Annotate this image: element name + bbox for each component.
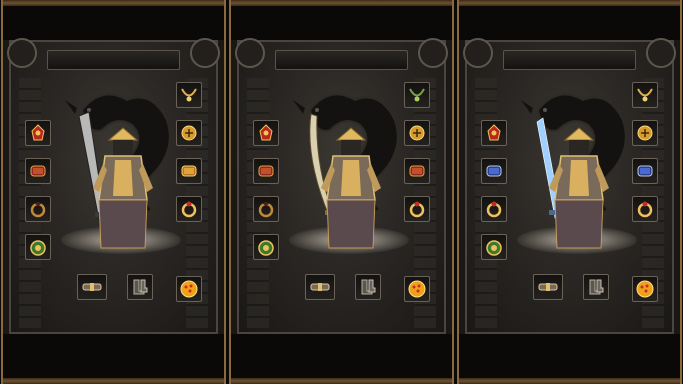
hero-character [78, 111, 153, 249]
equip-slot[interactable] [632, 276, 658, 302]
equip-slot[interactable] [253, 196, 279, 222]
equip-slot[interactable] [176, 82, 202, 108]
equipment-frame [235, 38, 448, 334]
equipment-panel [1, 0, 226, 384]
panel-bottom-border [3, 378, 224, 384]
equipment-panel [457, 0, 682, 384]
equip-slot[interactable] [533, 274, 563, 300]
ring-gold-icon [409, 201, 425, 218]
panel-top-band [3, 6, 224, 40]
frame-header [275, 50, 408, 70]
helmet-red-icon [31, 124, 45, 141]
equip-slot[interactable] [25, 234, 51, 260]
ornament-corner [463, 38, 493, 68]
equip-slot[interactable] [404, 158, 430, 184]
necklace-gold-icon [637, 88, 653, 102]
ring-gold-icon [181, 201, 197, 218]
orb-gold-icon [408, 280, 426, 298]
equip-slot[interactable] [176, 158, 202, 184]
equip-slot[interactable] [632, 196, 658, 222]
equip-slot[interactable] [25, 158, 51, 184]
frame-header [47, 50, 180, 70]
bracer-red-icon [258, 165, 274, 177]
equip-slot[interactable] [404, 276, 430, 302]
bracelet-gold-icon [409, 125, 425, 141]
panel-bottom-band [231, 334, 452, 378]
bracer-blue-icon [637, 165, 653, 177]
hero-character [309, 113, 381, 249]
belt-icon [310, 283, 330, 291]
equipment-panel [229, 0, 454, 384]
orb-gold-icon [180, 280, 198, 298]
ring-dark-icon [30, 202, 46, 218]
equip-slot[interactable] [481, 234, 507, 260]
necklace-gold-icon [181, 88, 197, 102]
equip-slot[interactable] [481, 120, 507, 146]
panel-bottom-border [459, 378, 680, 384]
helmet-red-icon [487, 124, 501, 141]
panel-bottom-border [231, 378, 452, 384]
boots-icon [589, 279, 604, 295]
panel-top-band [459, 6, 680, 40]
equip-slot[interactable] [77, 274, 107, 300]
ornament-corner [190, 38, 220, 68]
bracer-red-icon [409, 165, 425, 177]
ornament-corner [235, 38, 265, 68]
equip-slot[interactable] [355, 274, 381, 300]
bracer-red-icon [30, 165, 46, 177]
panel-top-band [231, 6, 452, 40]
equip-slot[interactable] [632, 158, 658, 184]
ornament-corner [418, 38, 448, 68]
equip-slot[interactable] [305, 274, 335, 300]
equip-slot[interactable] [25, 196, 51, 222]
equip-slot[interactable] [176, 196, 202, 222]
medal-green-icon [30, 240, 46, 256]
medal-green-icon [258, 240, 274, 256]
equip-slot[interactable] [481, 196, 507, 222]
ornament-corner [646, 38, 676, 68]
bracelet-gold-icon [637, 125, 653, 141]
belt-icon [82, 283, 102, 291]
boots-icon [133, 279, 148, 295]
equip-slot[interactable] [253, 120, 279, 146]
equip-slot[interactable] [632, 120, 658, 146]
frame-header [503, 50, 636, 70]
equip-slot[interactable] [583, 274, 609, 300]
bracer-blue-icon [486, 165, 502, 177]
orb-gold-icon [636, 280, 654, 298]
equip-slot[interactable] [127, 274, 153, 300]
helmet-red-icon [259, 124, 273, 141]
equip-slot[interactable] [404, 82, 430, 108]
ring-gold-icon [637, 201, 653, 218]
bracelet-gold-icon [181, 125, 197, 141]
panel-bottom-band [3, 334, 224, 378]
equip-slot[interactable] [176, 276, 202, 302]
necklace-green-icon [409, 88, 425, 102]
equip-slot[interactable] [253, 234, 279, 260]
equip-slot[interactable] [404, 196, 430, 222]
equipment-frame [7, 38, 220, 334]
equip-slot[interactable] [253, 158, 279, 184]
equip-slot[interactable] [481, 158, 507, 184]
boots-icon [361, 279, 376, 295]
belt-icon [538, 283, 558, 291]
ring-dark-icon [258, 202, 274, 218]
bracer-gold-icon [181, 165, 197, 177]
equip-slot[interactable] [176, 120, 202, 146]
equipment-frame [463, 38, 676, 334]
medal-green-icon [486, 240, 502, 256]
equip-slot[interactable] [404, 120, 430, 146]
panel-bottom-band [459, 334, 680, 378]
equip-slot[interactable] [632, 82, 658, 108]
ring-gold-icon [486, 201, 502, 218]
equip-slot[interactable] [25, 120, 51, 146]
hero-character [536, 117, 609, 249]
ornament-corner [7, 38, 37, 68]
